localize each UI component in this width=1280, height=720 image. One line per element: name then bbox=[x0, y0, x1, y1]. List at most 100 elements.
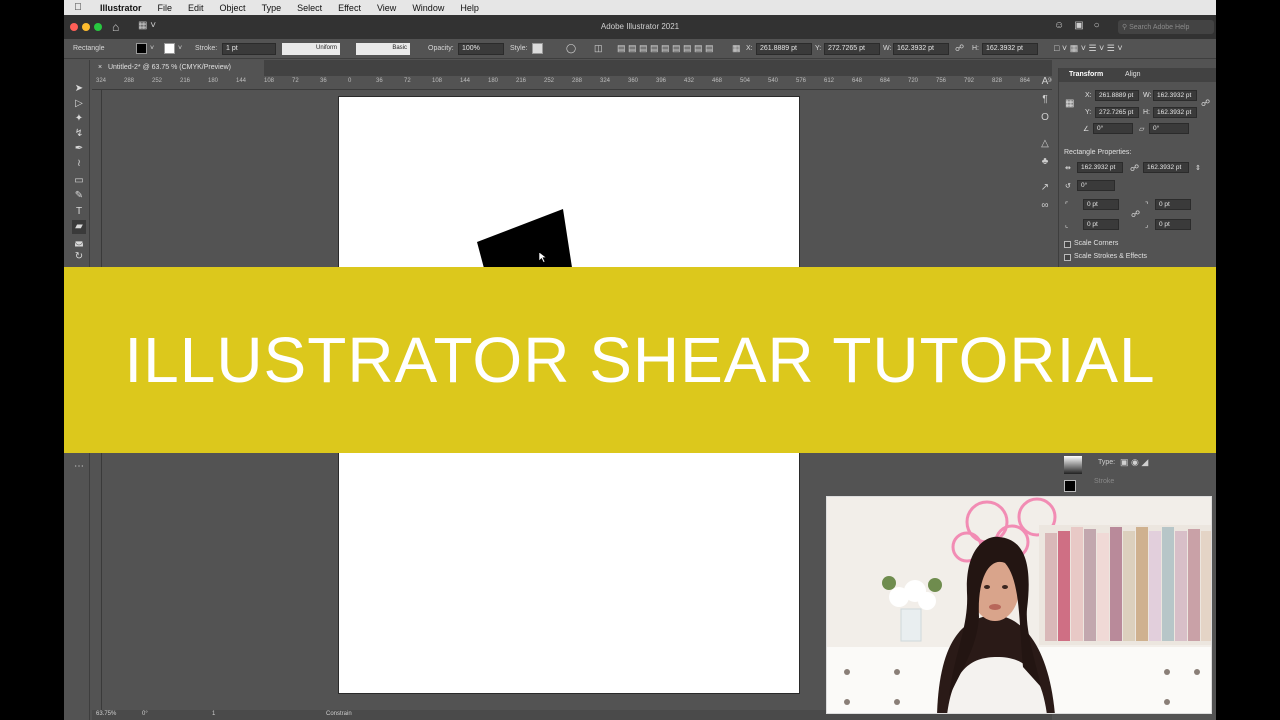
close-tab-icon[interactable]: × bbox=[98, 64, 102, 71]
curvature-tool-icon[interactable]: ≀ bbox=[72, 157, 86, 171]
gradient-swatch[interactable] bbox=[1064, 456, 1082, 474]
magic-wand-tool-icon[interactable]: ✦ bbox=[72, 112, 86, 126]
scale-corners-checkbox[interactable] bbox=[1064, 241, 1071, 248]
zoom-level-field[interactable]: 63.75% bbox=[96, 711, 116, 717]
document-tab-bar: × Untitled-2* @ 63.75 % (CMYK/Preview) bbox=[92, 60, 1052, 76]
pen-tool-icon[interactable]: ✒ bbox=[72, 142, 86, 156]
transform-y-field[interactable]: 272.7265 pt bbox=[1095, 107, 1139, 118]
gradient-type-icons[interactable]: ▣ ◉ ◢ bbox=[1120, 457, 1148, 468]
transform-w-field[interactable]: 162.3932 pt bbox=[1153, 90, 1197, 101]
menu-select[interactable]: Select bbox=[289, 3, 330, 13]
menu-window[interactable]: Window bbox=[404, 3, 452, 13]
help-search-input[interactable]: ⚲ Search Adobe Help bbox=[1118, 20, 1214, 34]
gradient-stroke-label: Stroke bbox=[1094, 478, 1115, 485]
edit-toolbar-icon[interactable]: ⋯ bbox=[72, 460, 86, 474]
rotate-tool-icon[interactable]: ↻ bbox=[72, 250, 86, 264]
menu-view[interactable]: View bbox=[369, 3, 404, 13]
reference-point-icon[interactable]: ▦ bbox=[732, 43, 741, 54]
align-buttons-icon[interactable]: ▤ ▤ ▤ ▤ ▤ ▤ ▤ ▤ ▤ bbox=[617, 43, 714, 54]
menu-effect[interactable]: Effect bbox=[330, 3, 369, 13]
ruler-tick-label: 468 bbox=[712, 78, 723, 84]
transform-panel-tabs: Transform Align bbox=[1059, 68, 1216, 82]
apple-icon[interactable]:  bbox=[64, 2, 92, 13]
corner-link-icon[interactable]: ☍ bbox=[1131, 209, 1140, 220]
symbols-panel-icon[interactable]: ♣ bbox=[1038, 156, 1052, 170]
transform-x-field[interactable]: 261.8889 pt bbox=[1095, 90, 1139, 101]
opentype-panel-icon[interactable]: O bbox=[1038, 112, 1052, 126]
corner-tr-field[interactable]: 0 pt bbox=[1155, 199, 1191, 210]
character-panel-icon[interactable]: A bbox=[1038, 76, 1052, 90]
eraser-tool-icon[interactable]: ◛ bbox=[72, 235, 86, 249]
type-tool-icon[interactable]: T bbox=[72, 205, 86, 219]
rotate-view-field[interactable]: 0° bbox=[142, 711, 148, 717]
stroke-swatch[interactable] bbox=[164, 43, 175, 54]
rect-width-field[interactable]: 162.3932 pt bbox=[1077, 162, 1123, 173]
reference-point-locator-icon[interactable]: ▦ bbox=[1065, 98, 1074, 109]
corner-tl-field[interactable]: 0 pt bbox=[1083, 199, 1119, 210]
banner-title: ILLUSTRATOR SHEAR TUTORIAL bbox=[124, 324, 1156, 396]
corner-br-field[interactable]: 0 pt bbox=[1155, 219, 1191, 230]
scale-strokes-checkbox[interactable] bbox=[1064, 254, 1071, 261]
rectangle-tool-icon[interactable]: ▭ bbox=[72, 174, 86, 188]
constrain-width-height-icon[interactable]: ☍ bbox=[1201, 98, 1210, 109]
ruler-tick-label: 216 bbox=[180, 78, 191, 84]
rect-height-field[interactable]: 162.3932 pt bbox=[1143, 162, 1189, 173]
tab-align[interactable]: Align bbox=[1125, 71, 1141, 78]
user-icon[interactable]: ☺ bbox=[1054, 20, 1064, 31]
corner-bl-field[interactable]: 0 pt bbox=[1083, 219, 1119, 230]
rect-angle-field[interactable]: 0° bbox=[1077, 180, 1115, 191]
search-icon: ⚲ bbox=[1122, 24, 1128, 31]
shear-angle-field[interactable]: 0° bbox=[1149, 123, 1189, 134]
links-panel-icon[interactable]: ∞ bbox=[1038, 200, 1052, 214]
stroke-dropdown-icon[interactable]: ˅ bbox=[178, 45, 182, 52]
export-panel-icon[interactable]: ↗ bbox=[1038, 182, 1052, 196]
presenter-video bbox=[827, 497, 1211, 713]
opacity-label: Opacity: bbox=[428, 45, 454, 52]
transform-h-field[interactable]: 162.3932 pt bbox=[1153, 107, 1197, 118]
scale-corners-label: Scale Corners bbox=[1074, 240, 1119, 247]
lasso-tool-icon[interactable]: ↯ bbox=[72, 127, 86, 141]
rotate-angle-field[interactable]: 0° bbox=[1093, 123, 1133, 134]
ruler-tick-label: 684 bbox=[880, 78, 891, 84]
rect-link-dimensions-icon[interactable]: ☍ bbox=[1130, 163, 1139, 174]
paintbrush-tool-icon[interactable]: ✎ bbox=[72, 189, 86, 203]
selection-tool-icon[interactable]: ➤ bbox=[72, 82, 86, 96]
direct-selection-tool-icon[interactable]: ▷ bbox=[72, 97, 86, 111]
menu-object[interactable]: Object bbox=[212, 3, 254, 13]
graphic-style-swatch[interactable] bbox=[532, 43, 543, 54]
shape-options-icon[interactable]: □ ˅ ▦ ˅ ☰ ˅ ☰ ˅ bbox=[1054, 43, 1123, 54]
align-to-icon[interactable]: ◫ bbox=[594, 43, 603, 54]
y-field[interactable]: 272.7265 pt bbox=[824, 43, 880, 55]
corner-tl-icon: ⌜ bbox=[1065, 202, 1069, 209]
horizontal-ruler[interactable]: 324 288 252 216 180 144 108 72 36 0 36 72 108 144 180 2… bbox=[92, 76, 1052, 90]
menu-edit[interactable]: Edit bbox=[180, 3, 212, 13]
menu-illustrator[interactable]: Illustrator bbox=[92, 3, 150, 13]
variable-width-profile-select[interactable]: Uniform bbox=[282, 43, 340, 55]
glyphs-panel-icon[interactable]: △ bbox=[1038, 138, 1052, 152]
recolor-artwork-icon[interactable]: ◯ bbox=[566, 43, 576, 54]
fill-swatch[interactable] bbox=[136, 43, 147, 54]
ruler-tick-label: 0 bbox=[348, 78, 352, 84]
arrange-documents-icon[interactable]: ▣ bbox=[1074, 20, 1083, 31]
fill-dropdown-icon[interactable]: ˅ bbox=[150, 45, 154, 52]
artboard-navigation-field[interactable]: 1 bbox=[212, 711, 215, 717]
brush-definition-select[interactable]: Basic bbox=[356, 43, 410, 55]
menu-file[interactable]: File bbox=[150, 3, 181, 13]
ruler-tick-label: 756 bbox=[936, 78, 947, 84]
document-tab[interactable]: × Untitled-2* @ 63.75 % (CMYK/Preview) bbox=[92, 60, 264, 76]
w-field[interactable]: 162.3932 pt bbox=[893, 43, 949, 55]
rotate-angle-icon: ∠ bbox=[1083, 126, 1090, 133]
ruler-tick-label: 180 bbox=[208, 78, 219, 84]
constrain-proportions-icon[interactable]: ☍ bbox=[955, 43, 964, 54]
stroke-weight-field[interactable]: 1 pt bbox=[222, 43, 276, 55]
tab-transform[interactable]: Transform bbox=[1069, 71, 1103, 78]
opacity-field[interactable]: 100% bbox=[458, 43, 504, 55]
menu-help[interactable]: Help bbox=[452, 3, 487, 13]
fill-stroke-swatch[interactable] bbox=[1064, 480, 1076, 492]
shear-tool-icon[interactable]: ▰ bbox=[72, 220, 86, 234]
lightbulb-icon[interactable]: ○ bbox=[1094, 20, 1100, 31]
menu-type[interactable]: Type bbox=[254, 3, 290, 13]
x-field[interactable]: 261.8889 pt bbox=[756, 43, 812, 55]
h-field[interactable]: 162.3932 pt bbox=[982, 43, 1038, 55]
paragraph-panel-icon[interactable]: ¶ bbox=[1038, 94, 1052, 108]
